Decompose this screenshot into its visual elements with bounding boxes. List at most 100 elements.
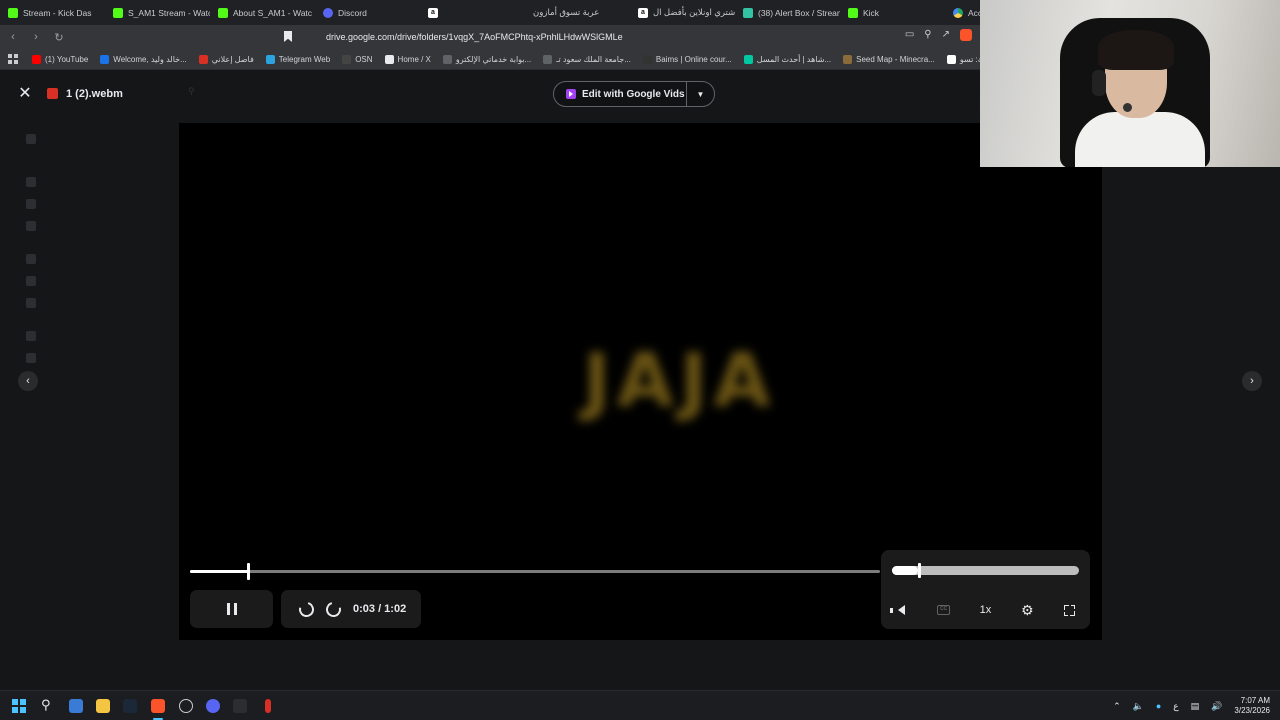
drive-icon bbox=[953, 7, 963, 18]
windows-taskbar: ⚲ ⌃ 🔈 ● ع ▤ 🔊 7:07 AM 3/23/2026 bbox=[0, 690, 1280, 720]
player-settings-panel: CC 1x ⚙ bbox=[881, 550, 1090, 629]
bookmark-favicon-icon bbox=[100, 54, 110, 64]
browser-tab[interactable]: Kick bbox=[840, 0, 945, 25]
bookmark-label: Baims | Online cour... bbox=[655, 54, 732, 64]
microphone-icon[interactable]: ● bbox=[1156, 701, 1161, 711]
zoom-icon[interactable]: ⚲ bbox=[924, 29, 931, 41]
browser-tab[interactable]: a اشتري اونلاين بأفضل ال bbox=[630, 0, 735, 25]
system-clock[interactable]: 7:07 AM 3/23/2026 bbox=[1234, 696, 1270, 716]
bookmark-label: Seed Map - Minecra... bbox=[856, 54, 935, 64]
bookmark-item[interactable]: Telegram Web bbox=[260, 54, 336, 64]
volume-button[interactable] bbox=[890, 599, 913, 621]
file-explorer-icon[interactable] bbox=[96, 699, 110, 713]
bookmark-favicon-icon bbox=[32, 54, 41, 64]
sidebar-item-ghost bbox=[26, 254, 36, 264]
recording-app-icon[interactable] bbox=[265, 699, 271, 713]
browser-tab[interactable]: a bbox=[420, 0, 525, 25]
bookmark-item[interactable]: Baims | Online cour... bbox=[637, 54, 738, 64]
bookmark-item[interactable]: Seed Map - Minecra... bbox=[837, 54, 941, 64]
discord-app-icon[interactable] bbox=[206, 699, 220, 713]
time-display: 0:03 / 1:02 bbox=[353, 603, 407, 615]
bookmark-item[interactable]: السعودية: تسو... bbox=[941, 54, 980, 64]
volume-tray-icon[interactable]: 🔊 bbox=[1211, 701, 1222, 712]
browser-tab-label: Access denied bbox=[968, 7, 980, 18]
steam-icon[interactable] bbox=[123, 699, 137, 713]
bookmark-favicon-icon bbox=[265, 54, 275, 64]
forward-10-icon[interactable] bbox=[323, 598, 344, 620]
webcam-overlay bbox=[980, 0, 1280, 167]
browser-tab-label: S_AM1 Stream - Watc bbox=[128, 7, 210, 18]
next-file-icon[interactable]: › bbox=[1242, 371, 1262, 391]
bookmark-item[interactable]: بوابة خدماتي الإلكترو... bbox=[437, 54, 537, 64]
sidebar-item-ghost bbox=[26, 331, 36, 341]
system-tray: ⌃ 🔈 ● ع ▤ 🔊 7:07 AM 3/23/2026 bbox=[1113, 691, 1270, 720]
edit-with-vids-button[interactable]: Edit with Google Vids bbox=[554, 82, 686, 106]
app-icon[interactable] bbox=[233, 699, 247, 713]
address-bar-actions: ▭ ⚲ ↗ bbox=[905, 29, 972, 41]
network-icon[interactable]: ▤ bbox=[1191, 701, 1200, 712]
file-row-ghost bbox=[180, 663, 1100, 679]
brave-browser-icon[interactable] bbox=[151, 699, 165, 713]
gallery-app-icon[interactable] bbox=[69, 699, 83, 713]
bookmark-favicon-icon bbox=[198, 54, 208, 64]
playback-speed-button[interactable]: 1x bbox=[974, 599, 996, 621]
new-button-ghost bbox=[26, 134, 36, 144]
bookmark-item[interactable]: OSN bbox=[336, 54, 378, 64]
bookmark-item[interactable]: جامعة الملك سعود تـ... bbox=[537, 54, 637, 64]
browser-tab-label: اشتري اونلاين بأفضل ال bbox=[653, 7, 735, 17]
bookmark-item[interactable]: شاهد | أحدث المسل... bbox=[738, 54, 837, 64]
previous-file-icon[interactable]: ‹ bbox=[18, 371, 38, 391]
pause-icon[interactable] bbox=[226, 603, 237, 615]
sidebar-item-ghost bbox=[26, 199, 36, 209]
bookmark-label: (1) YouTube bbox=[45, 54, 89, 64]
windows-start-icon[interactable] bbox=[12, 699, 26, 713]
bookmark-item[interactable]: فاصل إعلاني bbox=[193, 54, 260, 64]
forward-arrow-icon[interactable]: › bbox=[26, 27, 46, 47]
close-icon[interactable]: ✕ bbox=[17, 86, 33, 102]
bookmark-label: Telegram Web bbox=[278, 54, 331, 64]
chevron-down-icon[interactable]: ▼ bbox=[686, 82, 714, 106]
url-field[interactable]: drive.google.com/drive/folders/1vqgX_7Ao… bbox=[306, 28, 982, 46]
volume-slider[interactable] bbox=[892, 563, 1079, 578]
seek-bar[interactable] bbox=[190, 563, 880, 580]
browser-tab-label: About S_AM1 - Watc bbox=[233, 7, 313, 18]
bookmark-icon[interactable] bbox=[284, 31, 292, 42]
bookmark-label: فاصل إعلاني bbox=[211, 54, 254, 64]
keyboard-language[interactable]: ع bbox=[1173, 701, 1178, 712]
bookmark-favicon-icon bbox=[843, 54, 853, 64]
browser-tab[interactable]: Access denied bbox=[945, 0, 980, 25]
time-controls-pill: 0:03 / 1:02 bbox=[281, 590, 421, 628]
fullscreen-button[interactable] bbox=[1058, 599, 1080, 621]
bookmark-favicon-icon bbox=[384, 54, 394, 64]
rewind-10-icon[interactable] bbox=[296, 598, 317, 620]
bookmark-item[interactable]: (1) YouTube bbox=[26, 54, 94, 64]
browser-tab[interactable]: (38) Alert Box / Stream bbox=[735, 0, 840, 25]
sidebar-item-ghost bbox=[26, 276, 36, 286]
obs-icon[interactable] bbox=[179, 699, 193, 713]
back-arrow-icon[interactable]: ‹ bbox=[3, 27, 23, 47]
bookmark-item[interactable]: Welcome, خالد وليد... bbox=[94, 54, 192, 64]
browser-tab[interactable]: Stream - Kick Das bbox=[0, 0, 105, 25]
browser-tab[interactable]: S_AM1 Stream - Watc bbox=[105, 0, 210, 25]
speaker-icon[interactable]: 🔈 bbox=[1133, 701, 1144, 712]
browser-tab[interactable]: About S_AM1 - Watc bbox=[210, 0, 315, 25]
captions-button[interactable]: CC bbox=[933, 599, 955, 621]
share-icon[interactable]: ↗ bbox=[942, 29, 950, 41]
cast-icon[interactable]: ▭ bbox=[905, 29, 914, 41]
browser-tab-label: Kick bbox=[863, 7, 880, 18]
browser-tab[interactable]: عربة تسوق أمازون bbox=[525, 0, 630, 25]
reload-icon[interactable]: ↻ bbox=[49, 27, 69, 47]
speaker-icon bbox=[890, 605, 906, 615]
bookmark-label: Welcome, خالد وليد... bbox=[113, 54, 187, 64]
volume-handle[interactable] bbox=[918, 563, 922, 578]
browser-tab[interactable]: Discord bbox=[315, 0, 420, 25]
seek-handle[interactable] bbox=[246, 563, 250, 580]
gear-icon[interactable]: ⚙ bbox=[1016, 599, 1038, 621]
kick-icon bbox=[8, 7, 18, 18]
bookmark-item[interactable]: Home / X bbox=[379, 54, 437, 64]
chevron-up-icon[interactable]: ⌃ bbox=[1113, 701, 1121, 712]
bookmark-favicon-icon bbox=[743, 54, 753, 64]
search-icon[interactable]: ⚲ bbox=[41, 697, 55, 712]
brave-shield-icon[interactable] bbox=[960, 29, 972, 41]
apps-grid-icon[interactable] bbox=[8, 54, 18, 64]
